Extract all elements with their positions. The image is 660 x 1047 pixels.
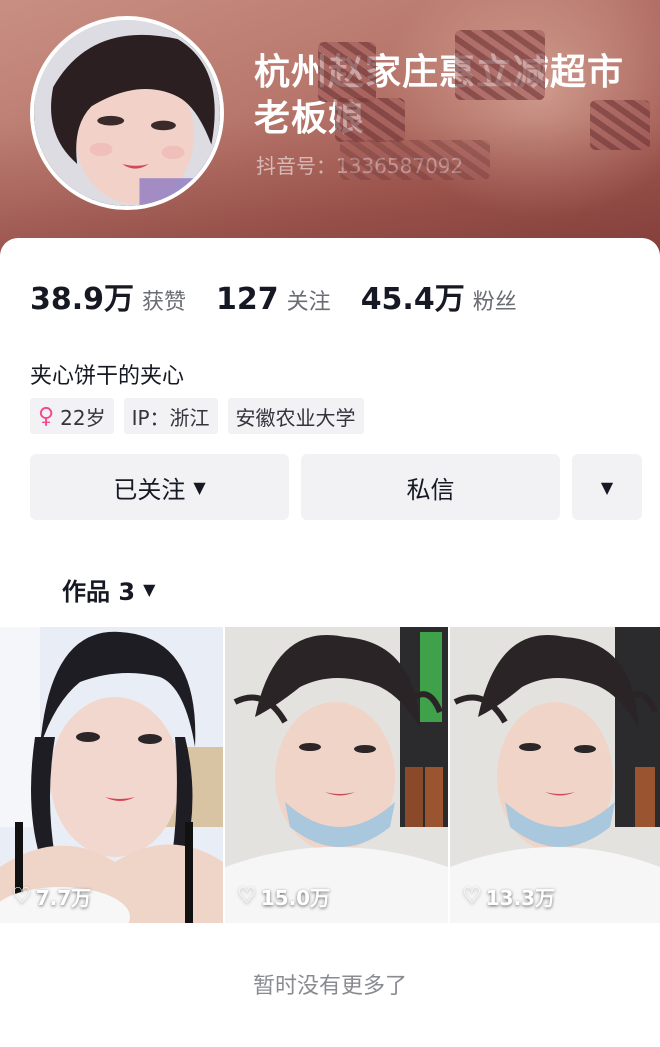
tab-works[interactable]: 作品 3 ▼ [62, 572, 155, 607]
video-cover-image [450, 627, 660, 923]
video-thumbnail[interactable]: ♡ 15.0万 [225, 627, 448, 923]
avatar-image [34, 20, 220, 206]
video-thumbnail[interactable]: ♡ 7.7万 [0, 627, 223, 923]
video-cover-image [0, 627, 223, 923]
female-icon: ♀ [38, 403, 55, 429]
censor-mark [335, 98, 405, 142]
avatar[interactable] [30, 16, 224, 210]
stats-row: 38.9万 获赞 127 关注 45.4万 粉丝 [30, 274, 547, 318]
video-thumbnail[interactable]: ♡ 13.3万 [450, 627, 660, 923]
stat-value: 45.4万 [360, 282, 465, 317]
message-label: 私信 [406, 475, 455, 504]
like-count: ♡ 7.7万 [12, 882, 91, 911]
like-count: ♡ 15.0万 [237, 882, 330, 911]
like-count-value: 7.7万 [35, 886, 92, 910]
like-count-value: 13.3万 [485, 886, 556, 910]
tag-gender-age: ♀ 22岁 [30, 398, 114, 434]
like-count-value: 15.0万 [260, 886, 331, 910]
censor-mark [340, 140, 490, 180]
stat-value: 127 [216, 282, 279, 317]
tag-ip: IP：浙江 [123, 398, 218, 434]
tag-school-label: 安徽农业大学 [235, 405, 356, 430]
stat-followers[interactable]: 45.4万 粉丝 [361, 274, 517, 318]
signature: 夹心饼干的夹心 [30, 364, 185, 389]
followed-button[interactable]: 已关注 ▼ [30, 454, 289, 520]
heart-icon: ♡ [462, 884, 482, 909]
stat-label: 获赞 [142, 290, 187, 315]
followed-label: 已关注 [113, 475, 186, 504]
more-button[interactable]: ▼ [572, 454, 642, 520]
censor-mark [590, 100, 650, 150]
stat-following[interactable]: 127 关注 [216, 282, 331, 317]
heart-icon: ♡ [237, 884, 257, 909]
action-buttons: 已关注 ▼ 私信 ▼ [30, 454, 642, 520]
tab-works-label: 作品 3 [62, 578, 136, 606]
like-count: ♡ 13.3万 [462, 882, 555, 911]
stat-label: 关注 [286, 290, 331, 315]
profile-banner: 杭州赵家庄惠立减超市老板娘 抖音号：1336587092 [0, 0, 660, 260]
stat-value: 38.9万 [30, 282, 135, 317]
works-grid: ♡ 7.7万 ♡ 15.0万 ♡ 13.3万 [0, 627, 660, 923]
caret-down-icon: ▼ [143, 580, 156, 599]
no-more-text: 暂时没有更多了 [252, 974, 407, 999]
caret-down-icon: ▼ [193, 477, 206, 497]
tag-school[interactable]: 安徽农业大学 [227, 398, 364, 434]
tag-ip-label: IP：浙江 [131, 405, 210, 430]
video-cover-image [225, 627, 448, 923]
nickname: 杭州赵家庄惠立减超市老板娘 [254, 52, 625, 139]
message-button[interactable]: 私信 [301, 454, 560, 520]
stat-likes[interactable]: 38.9万 获赞 [30, 274, 186, 318]
profile-tags: ♀ 22岁 IP：浙江 安徽农业大学 [30, 398, 374, 434]
tag-age: 22岁 [60, 405, 106, 430]
heart-icon: ♡ [12, 884, 32, 909]
censor-mark [318, 42, 376, 102]
censor-mark [455, 30, 545, 100]
stat-label: 粉丝 [472, 290, 517, 315]
caret-down-icon: ▼ [600, 477, 614, 497]
